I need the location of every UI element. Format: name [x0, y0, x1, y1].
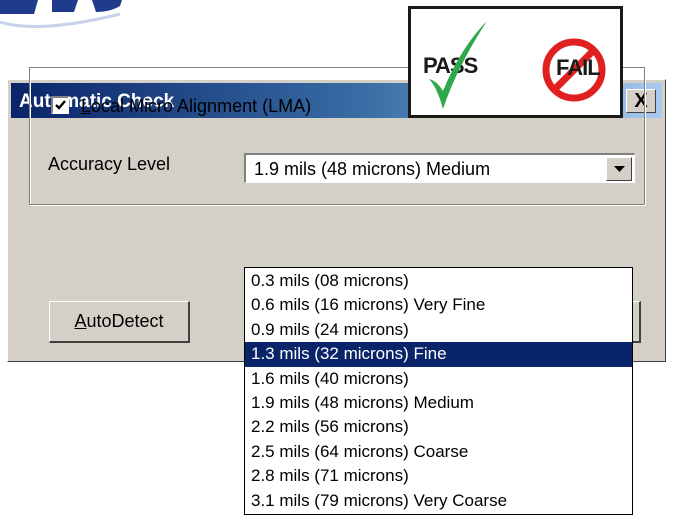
accuracy-dropdown-list[interactable]: 0.3 mils (08 microns) 0.6 mils (16 micro…: [244, 267, 633, 515]
dropdown-option[interactable]: 0.9 mils (24 microns): [245, 318, 632, 342]
dropdown-option[interactable]: 2.2 mils (56 microns): [245, 415, 632, 439]
dropdown-option[interactable]: 0.3 mils (08 microns): [245, 269, 632, 293]
autodetect-label: utoDetect: [86, 311, 164, 331]
green-checkmark-icon: [429, 21, 487, 109]
dropdown-option[interactable]: 1.9 mils (48 microns) Medium: [245, 391, 632, 415]
accuracy-level-label: Accuracy Level: [48, 154, 171, 174]
logo-fragment: [0, 0, 122, 28]
pass-fail-badge: PASS FAIL: [408, 6, 623, 118]
lma-checkbox[interactable]: [51, 96, 69, 114]
lma-label-text: ocal Micro Alignment (LMA): [91, 96, 312, 116]
dropdown-option[interactable]: 2.5 mils (64 microns) Coarse: [245, 440, 632, 464]
lma-label-accesskey: L: [81, 96, 92, 116]
dropdown-option[interactable]: 2.8 mils (71 microns): [245, 464, 632, 488]
dropdown-option[interactable]: 3.1 mils (79 microns) Very Coarse: [245, 489, 632, 513]
chevron-down-icon: [614, 166, 625, 172]
autodetect-button[interactable]: AutoDetect: [49, 301, 190, 343]
autodetect-accesskey: A: [74, 311, 87, 331]
dropdown-option-highlighted[interactable]: 1.3 mils (32 microns) Fine: [245, 342, 632, 367]
dropdown-option[interactable]: 0.6 mils (16 microns) Very Fine: [245, 293, 632, 317]
checkmark-icon: [55, 100, 66, 110]
accuracy-selected-value: 1.9 mils (48 microns) Medium: [254, 159, 491, 179]
fail-label: FAIL: [556, 55, 601, 80]
accuracy-level-select[interactable]: 1.9 mils (48 microns) Medium: [244, 153, 635, 183]
dropdown-option[interactable]: 1.6 mils (40 microns): [245, 367, 632, 391]
partially-hidden-button[interactable]: [633, 301, 641, 343]
dropdown-button[interactable]: [606, 157, 632, 181]
lma-label[interactable]: Local Micro Alignment (LMA): [81, 96, 311, 117]
